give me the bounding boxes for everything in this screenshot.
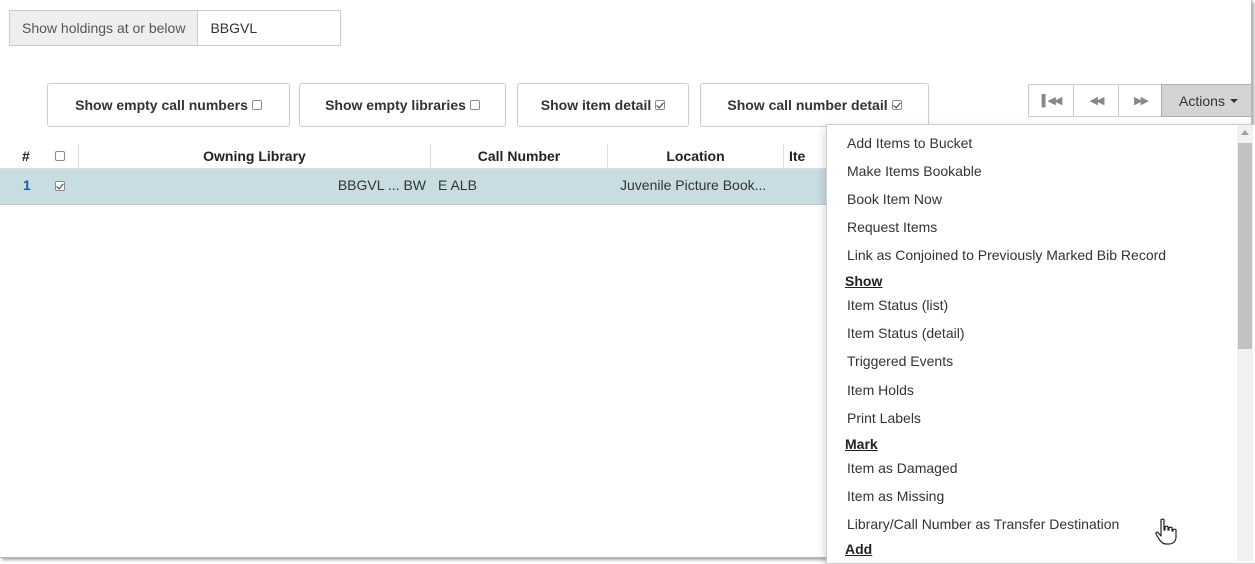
show-empty-call-numbers-toggle[interactable]: Show empty call numbers [47,83,290,127]
checkbox[interactable] [251,100,262,110]
header-row-number: # [22,148,30,164]
show-call-number-detail-toggle[interactable]: Show call number detail [700,83,929,127]
header-owning-library[interactable]: Owning Library [78,144,430,168]
show-empty-libraries-toggle[interactable]: Show empty libraries [299,83,506,127]
menu-header-mark: Mark [845,436,878,452]
cell-owning-library: BBGVL ... BW [337,177,426,193]
header-select-all[interactable] [55,144,65,168]
first-page-button[interactable]: ▌◀◀ [1028,84,1073,117]
menu-item-item-holds[interactable]: Item Holds [847,381,914,399]
menu-item-request-items[interactable]: Request Items [847,218,937,236]
menu-item-add-items-to-bucket[interactable]: Add Items to Bucket [847,134,972,152]
cell-location: Juvenile Picture Book... [620,177,767,193]
actions-button[interactable]: Actions [1161,84,1251,117]
header-call-number[interactable]: Call Number [430,144,607,168]
toggle-label: Show item detail [540,97,652,113]
caret-down-icon [1229,98,1238,103]
actions-dropdown-menu: Add Items to Bucket Make Items Bookable … [826,124,1255,564]
prev-page-icon: ◀◀ [1089,95,1105,107]
menu-header-add: Add [845,541,873,557]
first-page-icon: ▌◀◀ [1041,95,1063,107]
show-item-detail-toggle[interactable]: Show item detail [517,83,689,127]
menu-item-book-item-now[interactable]: Book Item Now [847,190,942,208]
row-number: 1 [23,177,31,193]
toggle-label: Show empty libraries [325,97,466,113]
scroll-up-arrow-icon[interactable] [1241,130,1249,135]
cell-call-number: E ALB [438,177,477,193]
holdings-selector[interactable]: Show holdings at or below BBGVL [9,10,342,46]
select-all-checkbox[interactable] [55,151,65,161]
pager: ▌◀◀ ◀◀ ▶▶ [1028,84,1163,117]
menu-item-item-as-missing[interactable]: Item as Missing [847,487,944,505]
menu-header-show: Show [845,273,883,289]
holdings-org-select[interactable]: BBGVL [197,10,342,46]
holdings-label: Show holdings at or below [9,10,198,46]
toggle-label: Show call number detail [727,97,888,113]
toggle-label: Show empty call numbers [75,97,248,113]
menu-item-print-labels[interactable]: Print Labels [847,409,921,427]
menu-item-make-items-bookable[interactable]: Make Items Bookable [847,162,982,180]
next-page-button[interactable]: ▶▶ [1118,84,1163,117]
menu-item-item-as-damaged[interactable]: Item as Damaged [847,459,958,477]
menu-scrollbar-thumb[interactable] [1238,143,1252,349]
menu-item-transfer-destination[interactable]: Library/Call Number as Transfer Destinat… [847,515,1119,533]
header-location[interactable]: Location [607,144,783,168]
menu-item-item-status-detail[interactable]: Item Status (detail) [847,324,965,342]
checkbox[interactable] [891,100,902,110]
row-checkbox-cell[interactable] [55,181,65,205]
next-page-icon: ▶▶ [1134,95,1149,107]
checkbox[interactable] [469,100,480,110]
menu-item-triggered-events[interactable]: Triggered Events [847,352,953,370]
table-row[interactable]: 1 BBGVL ... BW E ALB Juvenile Picture Bo… [0,169,828,205]
menu-item-link-as-conjoined[interactable]: Link as Conjoined to Previously Marked B… [847,246,1166,264]
menu-item-item-status-list[interactable]: Item Status (list) [847,296,948,314]
prev-page-button[interactable]: ◀◀ [1073,84,1118,117]
checkbox[interactable] [655,100,666,110]
hand-pointer-cursor-icon [1155,518,1177,545]
grid-header: # Owning Library Call Number Location It… [0,144,828,169]
row-checkbox[interactable] [55,181,65,191]
actions-label: Actions [1179,92,1225,109]
header-item[interactable]: Ite [783,144,828,168]
